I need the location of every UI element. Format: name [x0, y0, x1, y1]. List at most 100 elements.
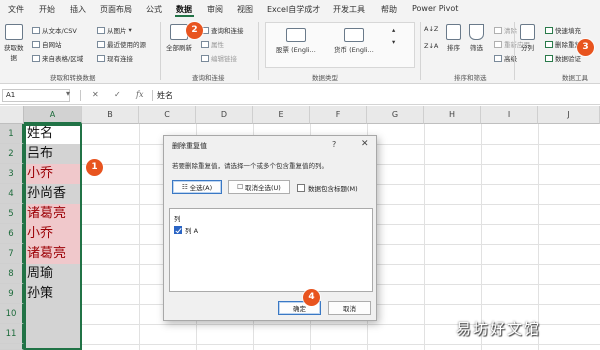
row-header-6[interactable]: 6 [0, 224, 24, 244]
column-header-a[interactable]: A [24, 106, 82, 124]
cell-a5[interactable]: 诸葛亮 [24, 204, 81, 224]
tab-review[interactable]: 审阅 [207, 4, 223, 15]
currencies-data-type-button[interactable]: 货币 (Engli... [334, 28, 374, 54]
data-validation-icon [545, 54, 553, 62]
refresh-all-label: 全部刷新 [166, 44, 192, 52]
from-table-range-button[interactable]: 来自表格/区域 [32, 53, 83, 63]
column-header-d[interactable]: D [196, 106, 253, 124]
clear-filter-icon [494, 26, 502, 34]
row-header-1[interactable]: 1 [0, 124, 24, 144]
cell-a2[interactable]: 吕布 [24, 144, 81, 164]
close-icon[interactable]: ✕ [361, 139, 369, 149]
text-to-columns-button[interactable]: 分列 [520, 24, 535, 52]
column-header-e[interactable]: E [253, 106, 310, 124]
edit-links-button[interactable]: 编辑链接 [201, 53, 237, 63]
row-header-5[interactable]: 5 [0, 204, 24, 224]
column-header-c[interactable]: C [139, 106, 196, 124]
database-icon [4, 24, 23, 40]
column-header-g[interactable]: G [367, 106, 424, 124]
text-to-columns-label: 分列 [521, 44, 534, 52]
row-header-3[interactable]: 3 [0, 164, 24, 184]
cancel-icon[interactable]: ✕ [92, 90, 99, 99]
cell-a7[interactable]: 诸葛亮 [24, 244, 81, 264]
tab-home[interactable]: 开始 [39, 4, 55, 15]
from-text-csv-label: 从文本/CSV [42, 27, 77, 35]
formula-content[interactable]: 姓名 [157, 90, 173, 101]
cell-a4[interactable]: 孙尚香 [24, 184, 81, 204]
tab-file[interactable]: 文件 [8, 4, 24, 15]
tab-page-layout[interactable]: 页面布局 [100, 4, 132, 15]
from-picture-button[interactable]: 从图片 ▾ [97, 25, 132, 35]
stocks-data-type-button[interactable]: 股票 (Engli... [276, 28, 316, 54]
column-header-h[interactable]: H [424, 106, 481, 124]
tab-excel-self-study[interactable]: Excel自学成才 [267, 4, 320, 15]
tab-data[interactable]: 数据 [176, 4, 192, 15]
name-box[interactable]: A1 [2, 89, 70, 102]
cell-a8[interactable]: 周瑜 [24, 264, 81, 284]
gallery-scroll-down-icon[interactable]: ▾ [392, 38, 395, 46]
existing-connections-button[interactable]: 现有连接 [97, 53, 133, 63]
help-icon[interactable]: ? [332, 140, 336, 149]
get-data-button[interactable]: 获取数 据 [4, 24, 24, 62]
tab-view[interactable]: 视图 [237, 4, 253, 15]
menu-bar: 文件 开始 插入 页面布局 公式 数据 审阅 视图 Excel自学成才 开发工具… [0, 0, 600, 18]
select-all-button[interactable]: ☷ 全选(A) [172, 180, 222, 194]
row-header-11[interactable]: 11 [0, 324, 24, 344]
tab-power-pivot[interactable]: Power Pivot [412, 4, 458, 13]
unselect-all-button[interactable]: ☐ 取消全选(U) [228, 180, 290, 194]
column-header-i[interactable]: I [481, 106, 538, 124]
row-header-10[interactable]: 10 [0, 304, 24, 324]
cell-a12[interactable] [24, 344, 81, 350]
tab-formulas[interactable]: 公式 [146, 4, 162, 15]
queries-connections-button[interactable]: 查询和连接 [201, 25, 244, 35]
enter-icon[interactable]: ✓ [114, 90, 121, 99]
cell-a6[interactable]: 小乔 [24, 224, 81, 244]
column-a-checkbox[interactable]: 列 A [174, 225, 198, 235]
sort-button[interactable]: 排序 [446, 24, 461, 52]
select-all-label: 全选(A) [189, 184, 213, 192]
step-badge-4: 4 [303, 289, 320, 306]
group-data-types-label: 数据类型 [312, 74, 338, 82]
cancel-button[interactable]: 取消 [328, 301, 371, 315]
group-queries-label: 查询和连接 [192, 74, 225, 82]
sort-descending-button[interactable]: Z↓A [424, 42, 438, 50]
row-header-12[interactable] [0, 344, 24, 350]
properties-button[interactable]: 属性 [201, 39, 224, 49]
insert-function-icon[interactable]: fx [136, 90, 143, 99]
recent-sources-button[interactable]: 最近使用的源 [97, 39, 146, 49]
row-header-8[interactable]: 8 [0, 264, 24, 284]
row-header-9[interactable]: 9 [0, 284, 24, 304]
filter-button[interactable]: 筛选 [469, 24, 484, 52]
picture-icon [97, 26, 105, 34]
reapply-icon [494, 40, 502, 48]
step-badge-1: 1 [86, 159, 103, 176]
tab-help[interactable]: 帮助 [381, 4, 397, 15]
cell-a9[interactable]: 孙策 [24, 284, 81, 304]
tab-insert[interactable]: 插入 [70, 4, 86, 15]
tab-developer[interactable]: 开发工具 [333, 4, 365, 15]
gridline [538, 124, 539, 350]
select-all-corner[interactable] [0, 106, 24, 124]
existing-connections-label: 现有连接 [107, 55, 133, 63]
gridline [424, 124, 425, 350]
name-box-dropdown-icon[interactable]: ▾ [66, 89, 70, 98]
cell-a10[interactable] [24, 304, 81, 324]
row-header-2[interactable]: 2 [0, 144, 24, 164]
column-header-f[interactable]: F [310, 106, 367, 124]
columns-list[interactable]: 列 列 A [169, 208, 373, 292]
has-headers-checkbox[interactable]: 数据包含标题(M) [297, 183, 358, 193]
data-validation-button[interactable]: 数据验证 [545, 53, 581, 63]
column-header-j[interactable]: J [538, 106, 600, 124]
cell-a11[interactable] [24, 324, 81, 344]
gallery-scroll-up-icon[interactable]: ▴ [392, 26, 395, 34]
cell-a3[interactable]: 小乔 [24, 164, 81, 184]
flash-fill-button[interactable]: 快速填充 [545, 25, 581, 35]
from-text-csv-button[interactable]: 从文本/CSV [32, 25, 77, 35]
cell-a1[interactable]: 姓名 [24, 124, 81, 144]
sort-ascending-button[interactable]: A↓Z [424, 25, 438, 33]
row-header-4[interactable]: 4 [0, 184, 24, 204]
row-header-7[interactable]: 7 [0, 244, 24, 264]
from-web-button[interactable]: 自网站 [32, 39, 62, 49]
column-header-b[interactable]: B [82, 106, 139, 124]
sort-icon [446, 24, 461, 40]
